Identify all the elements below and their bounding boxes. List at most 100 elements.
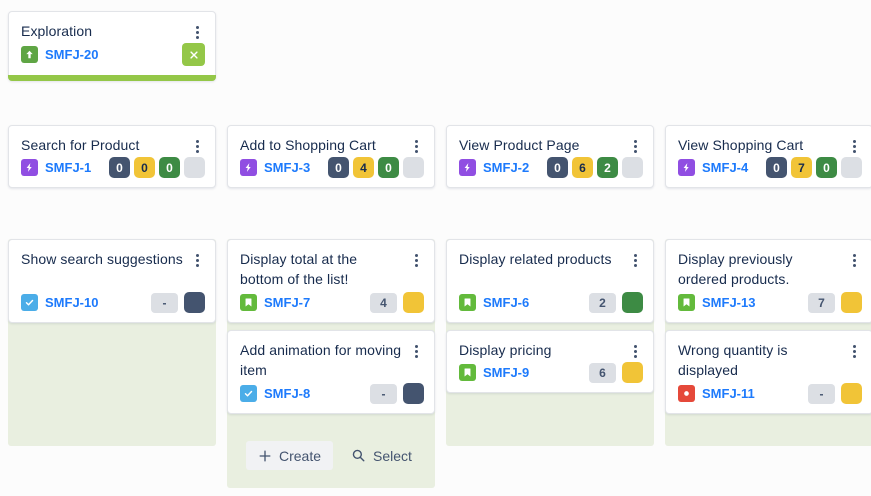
count-badge-empty	[622, 157, 643, 178]
epic-color-bar	[8, 75, 216, 81]
status-color-square[interactable]	[841, 383, 862, 404]
card-title: Add to Shopping Cart	[240, 135, 422, 155]
issue-key-link[interactable]: SMFJ-3	[264, 160, 310, 175]
kebab-menu-icon[interactable]	[628, 137, 642, 155]
issue-card[interactable]: Display related products SMFJ-6 2	[446, 239, 654, 323]
estimate-badge[interactable]: -	[370, 384, 397, 404]
count-badge-done: 0	[159, 157, 180, 178]
epic-icon	[21, 159, 38, 176]
status-color-square[interactable]	[184, 292, 205, 313]
issue-card[interactable]: Display total at the bottom of the list!…	[227, 239, 435, 323]
card-title: View Shopping Cart	[678, 135, 860, 155]
estimate-badge[interactable]: 6	[589, 363, 616, 383]
issue-card[interactable]: Add animation for moving item SMFJ-8 -	[227, 330, 435, 414]
issue-key-link[interactable]: SMFJ-2	[483, 160, 529, 175]
count-badge-inprogress: 7	[791, 157, 812, 178]
estimate-badge[interactable]: -	[808, 384, 835, 404]
card-title: Exploration	[21, 21, 203, 41]
count-badge-done: 0	[816, 157, 837, 178]
issue-key-link[interactable]: SMFJ-10	[45, 295, 98, 310]
kebab-menu-icon[interactable]	[409, 342, 423, 360]
task-icon	[240, 385, 257, 402]
count-badge-done: 0	[378, 157, 399, 178]
epic-icon	[240, 159, 257, 176]
issue-key-link[interactable]: SMFJ-13	[702, 295, 755, 310]
issue-card[interactable]: Wrong quantity is displayed SMFJ-11 -	[665, 330, 871, 414]
issue-key-link[interactable]: SMFJ-6	[483, 295, 529, 310]
estimate-badge[interactable]: -	[151, 293, 178, 313]
estimate-badge[interactable]: 4	[370, 293, 397, 313]
card-title: Add animation for moving item	[240, 340, 422, 380]
card-title: Display related products	[459, 249, 641, 269]
story-icon	[459, 364, 476, 381]
issue-key-link[interactable]: SMFJ-11	[702, 386, 755, 401]
status-color-square[interactable]	[622, 362, 643, 383]
epic-header-card[interactable]: View Shopping Cart SMFJ-4 0 7 0	[665, 125, 871, 188]
kebab-menu-icon[interactable]	[190, 137, 204, 155]
status-color-square[interactable]	[403, 383, 424, 404]
improvement-icon	[21, 46, 38, 63]
kebab-menu-icon[interactable]	[847, 251, 861, 269]
issue-card[interactable]: Display previously ordered products. SMF…	[665, 239, 871, 323]
kebab-menu-icon[interactable]	[847, 342, 861, 360]
select-button[interactable]: Select	[339, 441, 424, 470]
kebab-menu-icon[interactable]	[847, 137, 861, 155]
issue-key-link[interactable]: SMFJ-1	[45, 160, 91, 175]
task-icon	[21, 294, 38, 311]
exploration-card[interactable]: Exploration SMFJ-20	[8, 11, 216, 81]
story-map-board: Exploration SMFJ-20 Search for Product S…	[0, 0, 871, 496]
issue-key-link[interactable]: SMFJ-4	[702, 160, 748, 175]
issue-card[interactable]: Display pricing SMFJ-9 6	[446, 330, 654, 393]
issue-card[interactable]: Show search suggestions SMFJ-10 -	[8, 239, 216, 323]
status-color-square[interactable]	[403, 292, 424, 313]
epic-icon	[459, 159, 476, 176]
count-badge-todo: 0	[766, 157, 787, 178]
card-title: Display pricing	[459, 340, 641, 360]
issue-key-link[interactable]: SMFJ-7	[264, 295, 310, 310]
close-icon	[189, 50, 199, 60]
plus-icon	[258, 449, 272, 463]
issue-key-link[interactable]: SMFJ-8	[264, 386, 310, 401]
card-title: View Product Page	[459, 135, 641, 155]
story-icon	[678, 294, 695, 311]
kebab-menu-icon[interactable]	[190, 251, 204, 269]
count-badge-todo: 0	[109, 157, 130, 178]
issue-key-link[interactable]: SMFJ-9	[483, 365, 529, 380]
story-icon	[240, 294, 257, 311]
kebab-menu-icon[interactable]	[190, 23, 204, 41]
count-badge-todo: 0	[547, 157, 568, 178]
create-button-label: Create	[279, 448, 321, 464]
card-title: Display previously ordered products.	[678, 249, 860, 289]
create-button[interactable]: Create	[246, 441, 333, 470]
count-badge-inprogress: 6	[572, 157, 593, 178]
count-badge-todo: 0	[328, 157, 349, 178]
select-button-label: Select	[373, 448, 412, 464]
card-title: Display total at the bottom of the list!	[240, 249, 422, 289]
card-title: Show search suggestions	[21, 249, 203, 269]
story-icon	[459, 294, 476, 311]
bug-icon	[678, 385, 695, 402]
status-color-square[interactable]	[841, 292, 862, 313]
count-badge-empty	[184, 157, 205, 178]
column-footer-actions: Create Select	[246, 441, 424, 470]
kebab-menu-icon[interactable]	[409, 251, 423, 269]
epic-header-card[interactable]: Search for Product SMFJ-1 0 0 0	[8, 125, 216, 188]
estimate-badge[interactable]: 2	[589, 293, 616, 313]
count-badge-inprogress: 0	[134, 157, 155, 178]
kebab-menu-icon[interactable]	[628, 251, 642, 269]
estimate-badge[interactable]: 7	[808, 293, 835, 313]
count-badge-empty	[841, 157, 862, 178]
epic-header-card[interactable]: View Product Page SMFJ-2 0 6 2	[446, 125, 654, 188]
issue-key-link[interactable]: SMFJ-20	[45, 47, 98, 62]
clear-epic-button[interactable]	[182, 43, 205, 66]
count-badge-done: 2	[597, 157, 618, 178]
card-title: Wrong quantity is displayed	[678, 340, 860, 380]
card-title: Search for Product	[21, 135, 203, 155]
status-color-square[interactable]	[622, 292, 643, 313]
kebab-menu-icon[interactable]	[628, 342, 642, 360]
kebab-menu-icon[interactable]	[409, 137, 423, 155]
epic-header-card[interactable]: Add to Shopping Cart SMFJ-3 0 4 0	[227, 125, 435, 188]
search-icon	[351, 448, 366, 463]
count-badge-empty	[403, 157, 424, 178]
epic-icon	[678, 159, 695, 176]
